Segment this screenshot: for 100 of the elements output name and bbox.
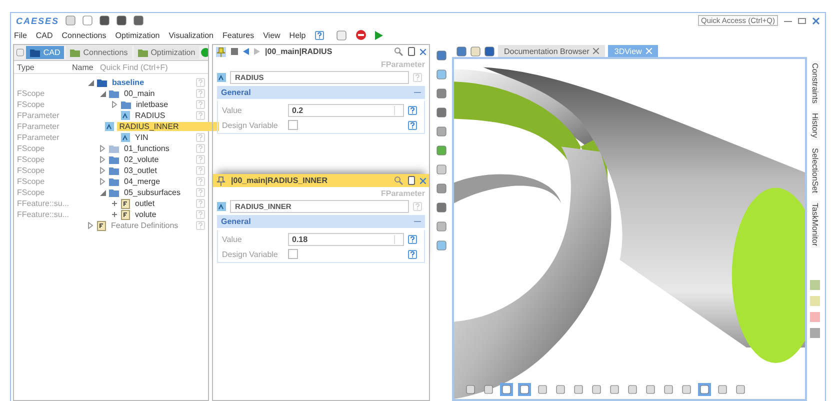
collapsed-icon[interactable] (100, 178, 105, 185)
tree-item[interactable]: 05_subsurfaces (122, 188, 182, 197)
tree-item[interactable]: Feature Definitions (109, 221, 180, 230)
tool-icon[interactable] (116, 15, 128, 26)
tree-item[interactable]: 00_main (122, 89, 157, 98)
tool-icon[interactable] (436, 69, 446, 80)
toolbar-button[interactable] (590, 383, 603, 396)
help-icon[interactable] (408, 106, 417, 115)
toolbar-button[interactable] (464, 383, 477, 396)
help-icon[interactable] (408, 235, 417, 244)
tool-icon[interactable] (16, 47, 24, 58)
tool-icon[interactable] (436, 107, 446, 118)
tree-item[interactable]: 02_volute (122, 155, 161, 164)
side-tab[interactable]: Constraints (810, 61, 820, 106)
collapsed-icon[interactable] (100, 156, 105, 163)
color-swatch[interactable] (810, 312, 820, 322)
tool-icon[interactable] (436, 50, 446, 61)
tree-item[interactable]: baseline (110, 78, 146, 87)
help-icon[interactable] (314, 30, 324, 40)
toolbar-button[interactable] (716, 383, 729, 396)
value-field[interactable]: 0.18 (288, 233, 404, 246)
close-icon[interactable] (812, 16, 820, 24)
editor-header[interactable]: |00_main|RADIUS_INNER (213, 174, 429, 187)
section-header[interactable]: General (217, 215, 425, 228)
stop-sign-icon[interactable] (356, 30, 366, 40)
tool-icon[interactable] (436, 240, 446, 251)
checkbox[interactable] (288, 249, 298, 259)
tool-icon[interactable] (436, 164, 446, 175)
editor-header[interactable]: |00_main|RADIUS (213, 45, 429, 58)
tree-item[interactable]: inletbase (134, 100, 170, 109)
tool-icon[interactable] (436, 126, 446, 137)
menu-item[interactable]: File (14, 30, 27, 40)
collapsed-icon[interactable] (100, 167, 105, 174)
expanded-icon[interactable] (100, 90, 106, 96)
forward-arrow-icon[interactable] (254, 48, 260, 55)
collapsed-icon[interactable] (100, 145, 105, 152)
editor-tab[interactable]: Documentation Browser (498, 45, 606, 57)
color-swatch[interactable] (810, 280, 820, 290)
tool-icon[interactable] (436, 145, 446, 156)
close-icon[interactable] (420, 178, 426, 184)
help-icon[interactable] (408, 250, 417, 258)
toolbar-button[interactable] (482, 383, 495, 396)
close-icon[interactable] (420, 48, 426, 54)
toolbar-button[interactable] (500, 383, 513, 396)
toolbar-button[interactable] (518, 383, 531, 396)
toolbar-button[interactable] (572, 383, 585, 396)
menu-item[interactable]: Help (289, 30, 306, 40)
color-swatch[interactable] (810, 296, 820, 306)
menu-item[interactable]: View (263, 30, 280, 40)
tree-item[interactable]: outlet (133, 199, 157, 208)
tree-item[interactable]: 04_merge (122, 177, 162, 186)
plus-icon[interactable] (112, 201, 117, 206)
tree-item[interactable]: RADIUS (133, 111, 168, 120)
panel-tab[interactable]: Optimization (134, 46, 200, 59)
column-header[interactable]: Name (72, 62, 100, 72)
back-arrow-icon[interactable] (243, 48, 249, 55)
column-header[interactable]: Type (14, 62, 72, 72)
toolbar-button[interactable] (644, 383, 657, 396)
tool-icon[interactable] (99, 15, 110, 26)
menu-item[interactable]: Features (222, 30, 254, 40)
toolbar-button[interactable] (608, 383, 621, 396)
toolbar-button[interactable] (662, 383, 675, 396)
expanded-icon[interactable] (100, 190, 106, 196)
menu-item[interactable]: Optimization (115, 30, 160, 40)
toolbar-button[interactable] (626, 383, 639, 396)
toolbar-button[interactable] (698, 383, 711, 396)
tool-icon[interactable] (456, 46, 467, 57)
tool-icon[interactable] (436, 88, 446, 99)
toolbar-button[interactable] (680, 383, 693, 396)
play-icon[interactable] (374, 30, 383, 40)
search-icon[interactable] (394, 176, 403, 185)
color-swatch[interactable] (810, 328, 820, 338)
pin-icon[interactable] (216, 176, 226, 186)
collapsed-icon[interactable] (88, 222, 93, 229)
tree-item[interactable]: 01_functions (122, 144, 172, 153)
restore-icon[interactable] (798, 16, 806, 24)
panel-tab[interactable]: Connections (66, 46, 132, 59)
tree-item[interactable]: RADIUS_INNER (117, 122, 219, 131)
side-tab[interactable]: History (810, 111, 820, 140)
section-header[interactable]: General (217, 86, 425, 99)
help-icon[interactable] (408, 120, 417, 130)
tool-icon[interactable] (436, 202, 446, 213)
tool-icon[interactable] (436, 221, 446, 232)
expanded-icon[interactable] (88, 80, 94, 86)
tool-icon[interactable] (133, 15, 144, 26)
toolbar-button[interactable] (554, 383, 567, 396)
value-field[interactable]: 0.2 (288, 104, 404, 117)
toolbar-button[interactable] (734, 383, 747, 396)
tree-item[interactable]: volute (133, 210, 158, 219)
tree-item[interactable]: 03_outlet (122, 166, 159, 175)
toolbar-button[interactable] (536, 383, 549, 396)
tool-icon[interactable] (436, 183, 446, 194)
side-tab[interactable]: TaskMonitor (810, 201, 820, 248)
plus-icon[interactable] (112, 212, 117, 217)
tool-icon[interactable] (484, 46, 495, 57)
menu-item[interactable]: CAD (36, 30, 53, 40)
search-icon[interactable] (394, 47, 403, 56)
copy-icon[interactable] (408, 176, 415, 185)
tree-item[interactable]: YIN (133, 133, 150, 142)
side-tab[interactable]: SelectionSet (810, 146, 820, 196)
